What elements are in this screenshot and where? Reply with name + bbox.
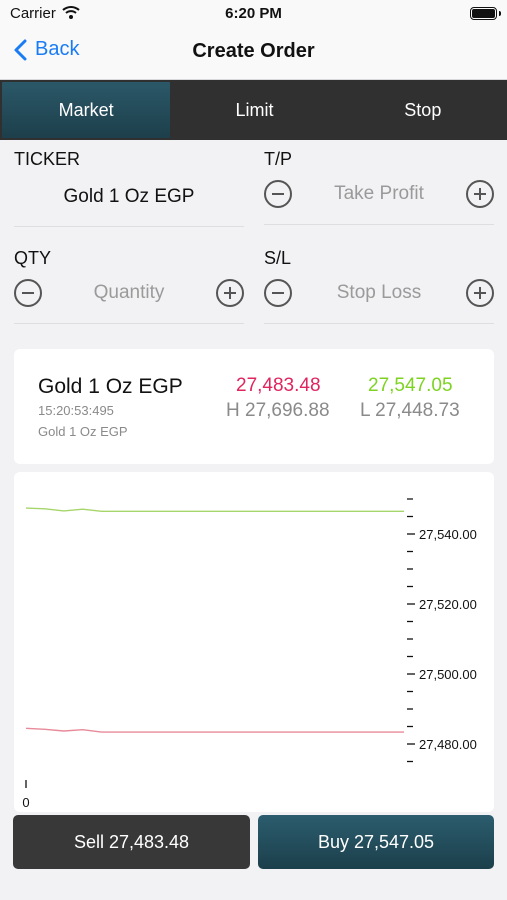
bid-series-line [25, 727, 404, 733]
quantity-divider [14, 323, 244, 324]
ask-price: 27,547.05 [368, 375, 453, 396]
minus-circle-icon[interactable] [264, 279, 292, 307]
take-profit-input[interactable] [292, 183, 466, 205]
plus-circle-icon[interactable] [466, 279, 494, 307]
navigation-bar: Back Create Order [0, 28, 507, 80]
tab-limit[interactable]: Limit [170, 80, 338, 140]
battery-icon [470, 7, 501, 20]
stop-loss-divider [264, 323, 494, 324]
status-time: 6:20 PM [225, 5, 282, 22]
plus-circle-icon[interactable] [216, 279, 244, 307]
y-axis-tick-label: 27,480.00 [419, 737, 477, 752]
stop-loss-label: S/L [264, 248, 292, 268]
stop-loss-stepper [264, 277, 494, 309]
quote-card: Gold 1 Oz EGP 15:20:53:495 Gold 1 Oz EGP… [14, 349, 494, 464]
y-axis-tick-label: 27,520.00 [419, 597, 477, 612]
order-type-tabs: Market Limit Stop [0, 80, 507, 140]
tab-market[interactable]: Market [2, 82, 171, 138]
quantity-input[interactable] [42, 282, 216, 304]
bid-price: 27,483.48 [236, 375, 321, 396]
x-axis-tick-label: 0 [22, 795, 29, 810]
low-price: L 27,448.73 [360, 400, 460, 421]
quantity-label: QTY [14, 248, 52, 268]
ticker-divider [14, 226, 244, 227]
minus-circle-icon[interactable] [264, 180, 292, 208]
high-price: H 27,696.88 [226, 400, 330, 421]
y-axis-tick-label: 27,500.00 [419, 667, 477, 682]
tab-limit-label: Limit [235, 99, 274, 120]
take-profit-label: T/P [264, 149, 293, 169]
tab-stop-label: Stop [404, 99, 442, 120]
take-profit-divider [264, 224, 494, 225]
tab-stop[interactable]: Stop [339, 80, 507, 140]
quote-timestamp: 15:20:53:495 [38, 403, 114, 418]
instrument-description: Gold 1 Oz EGP [38, 424, 128, 439]
sell-button[interactable]: Sell 27,483.48 [13, 815, 250, 869]
ticker-label: TICKER [14, 149, 81, 169]
instrument-name: Gold 1 Oz EGP [38, 375, 183, 398]
stop-loss-input[interactable] [292, 282, 466, 304]
tab-market-label: Market [58, 99, 114, 120]
order-form: TICKER Gold 1 Oz EGP T/P QTY S/L [0, 140, 507, 340]
minus-circle-icon[interactable] [14, 279, 42, 307]
take-profit-stepper [264, 178, 494, 210]
page-title: Create Order [192, 40, 315, 62]
price-chart: 27,540.00 27,520.00 27,500.00 27,480.00 0 [14, 472, 494, 812]
plus-circle-icon[interactable] [466, 180, 494, 208]
ticker-value[interactable]: Gold 1 Oz EGP [14, 186, 244, 208]
status-bar: Carrier 6:20 PM [0, 0, 507, 28]
buy-button[interactable]: Buy 27,547.05 [258, 815, 494, 869]
price-chart-svg: 27,540.00 27,520.00 27,500.00 27,480.00 0 [22, 498, 477, 810]
ask-series-line [25, 507, 404, 512]
quantity-stepper [14, 277, 244, 309]
y-axis-tick-label: 27,540.00 [419, 527, 477, 542]
